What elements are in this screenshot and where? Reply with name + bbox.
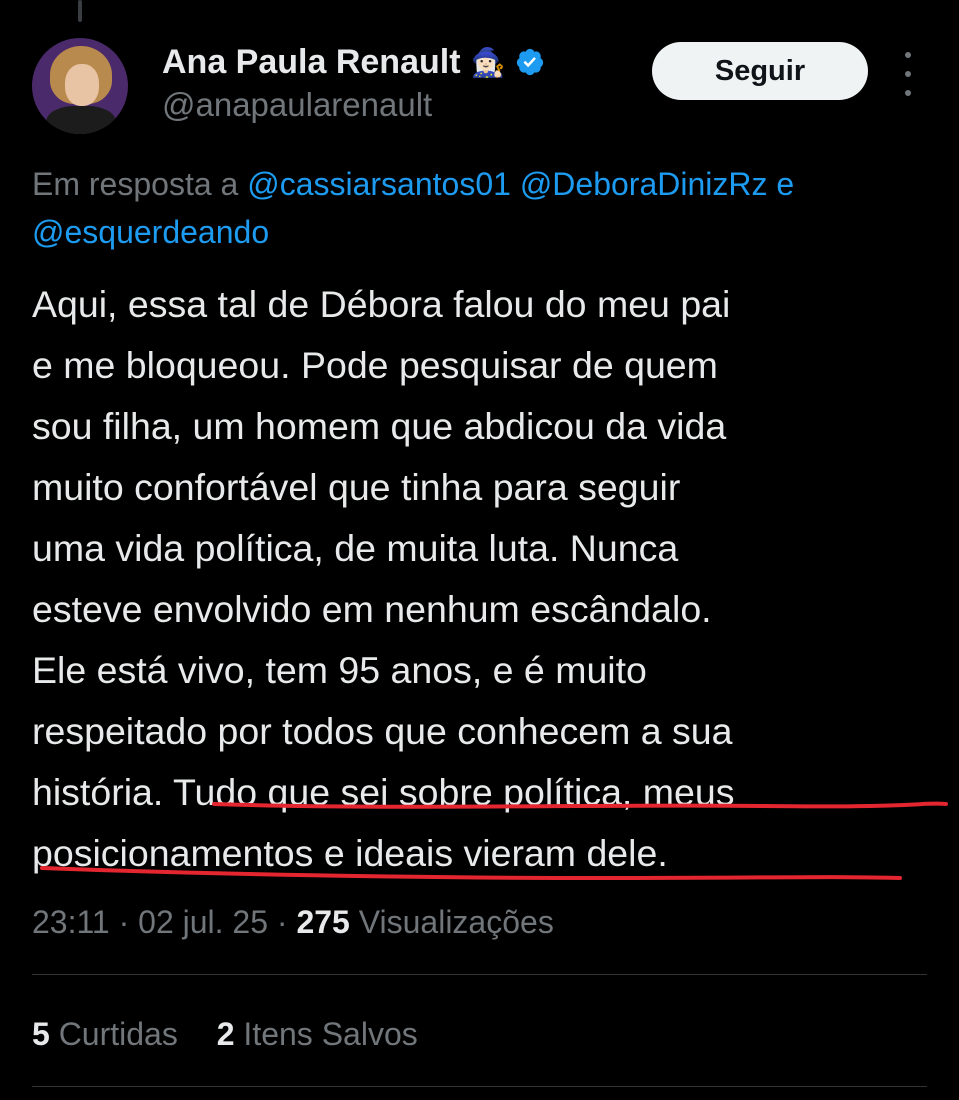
verified-badge-icon[interactable]	[515, 47, 545, 77]
mage-emoji-icon: 🧙🏻‍♀️	[470, 46, 506, 78]
tweet-line: posicionamentos e ideais vieram dele.	[32, 832, 668, 874]
views-label: Visualizações	[358, 904, 554, 940]
avatar-face	[65, 64, 99, 106]
tweet-line: e me bloqueou. Pode pesquisar de quem	[32, 344, 718, 386]
saves-label: Itens Salvos	[243, 1016, 418, 1052]
tweet-line: sou filha, um homem que abdicou da vida	[32, 405, 727, 447]
follow-button[interactable]: Seguir	[652, 42, 868, 100]
more-dot-2	[905, 71, 911, 77]
tweet-line: respeitado por todos que conhecem a sua	[32, 710, 733, 752]
tweet-line: história. Tudo que sei sobre política, m…	[32, 771, 735, 813]
reply-mention-2[interactable]: @DeboraDinizRz	[520, 166, 768, 202]
reply-conjunction: e	[776, 166, 795, 202]
reply-prefix: Em resposta a	[32, 166, 239, 202]
thread-connector-line	[78, 0, 82, 22]
tweet-date[interactable]: 02 jul. 25	[138, 904, 268, 940]
tweet-text: Aqui, essa tal de Débora falou do meu pa…	[32, 274, 932, 884]
reply-mention-1[interactable]: @cassiarsantos01	[247, 166, 511, 202]
reply-context: Em resposta a @cassiarsantos01 @DeboraDi…	[32, 160, 927, 256]
avatar-suit	[46, 106, 116, 134]
tweet-line: muito confortável que tinha para seguir	[32, 466, 681, 508]
tweet-line: Aqui, essa tal de Débora falou do meu pa…	[32, 283, 731, 325]
divider	[32, 974, 927, 975]
engagement-stats: 5 Curtidas 2 Itens Salvos	[32, 1010, 448, 1058]
tweet-line: uma vida política, de muita luta. Nunca	[32, 527, 679, 569]
author-handle[interactable]: @anapaularenault	[162, 86, 432, 124]
tweet-time[interactable]: 23:11	[32, 904, 110, 940]
tweet-line: Ele está vivo, tem 95 anos, e é muito	[32, 649, 647, 691]
likes-stat[interactable]: 5 Curtidas	[32, 1010, 178, 1058]
more-dot-1	[905, 52, 911, 58]
saves-count: 2	[216, 1016, 235, 1052]
more-options-icon[interactable]	[898, 52, 918, 96]
saves-stat[interactable]: 2 Itens Salvos	[217, 1010, 418, 1058]
avatar[interactable]	[32, 38, 128, 134]
tweet-line: esteve envolvido em nenhum escândalo.	[32, 588, 712, 630]
tweet-meta: 23:11 · 02 jul. 25 · 275 Visualizações	[32, 904, 554, 940]
author-display-name[interactable]: Ana Paula Renault	[162, 43, 461, 82]
views-count: 275	[296, 904, 350, 940]
more-dot-3	[905, 90, 911, 96]
tweet-header: Ana Paula Renault 🧙🏻‍♀️ @anapaularenault…	[32, 32, 927, 142]
likes-label: Curtidas	[58, 1016, 178, 1052]
likes-count: 5	[32, 1016, 50, 1052]
divider	[32, 1086, 927, 1087]
reply-mention-3[interactable]: @esquerdeando	[32, 214, 269, 250]
author-name-row[interactable]: Ana Paula Renault 🧙🏻‍♀️	[162, 38, 545, 86]
